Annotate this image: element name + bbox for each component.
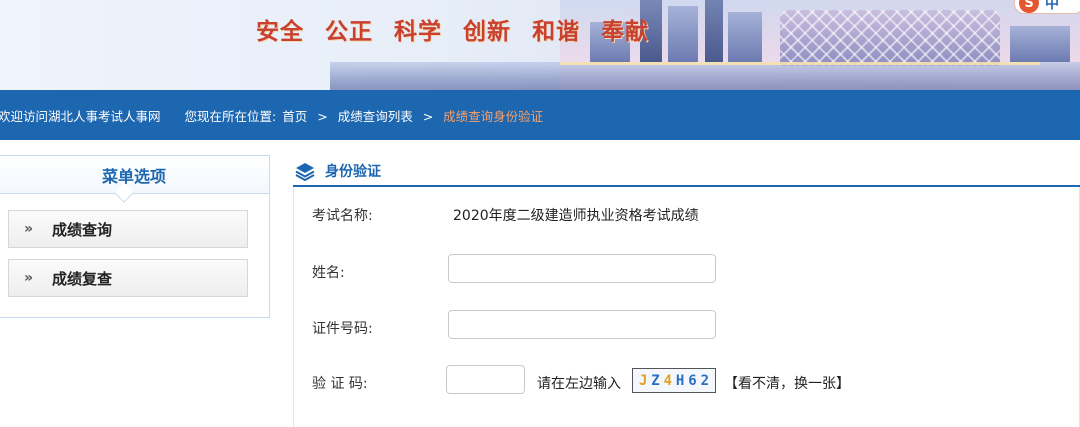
captcha-image[interactable]: J Z 4 H 6 2 [632, 368, 716, 393]
double-chevron-right-icon: » [24, 270, 34, 286]
menu-item-score-query[interactable]: » 成绩查询 [8, 210, 248, 248]
nav-bar: 欢迎访问湖北人事考试人事网 您现在所在位置: 首页 > 成绩查询列表 > 成绩查… [0, 90, 1080, 140]
captcha-input[interactable] [446, 365, 525, 394]
exam-name-value: 2020年度二级建造师执业资格考试成绩 [453, 208, 699, 224]
banner-building [705, 0, 723, 62]
banner-slogan: 安全 公正 科学 创新 和谐 奉献 [256, 12, 661, 46]
menu-item-label: 成绩复查 [52, 269, 113, 288]
captcha-char: J [638, 372, 648, 389]
slogan-word: 科学 [394, 18, 443, 45]
banner-building [668, 6, 698, 62]
menu-title: 菜单选项 [101, 166, 166, 186]
location-label: 您现在所在位置: [184, 108, 277, 124]
banner-building [728, 12, 762, 62]
breadcrumb-score-list[interactable]: 成绩查询列表 [338, 109, 413, 124]
banner-stadium [780, 10, 1000, 66]
breadcrumb-separator: > [422, 108, 434, 124]
banner-water [330, 62, 1080, 90]
slogan-word: 公正 [325, 18, 374, 45]
name-input[interactable] [448, 254, 716, 283]
layers-icon [295, 163, 315, 181]
identity-form: 考试名称: 2020年度二级建造师执业资格考试成绩 姓名: 证件号码: 验 证 … [293, 187, 1080, 427]
slogan-word: 奉献 [601, 18, 650, 45]
exam-name-label: 考试名称: [312, 208, 373, 224]
breadcrumb: 首页 > 成绩查询列表 > 成绩查询身份验证 [282, 106, 543, 125]
sogou-icon: S [1019, 0, 1039, 13]
input-method-badge[interactable]: S 中 [1014, 0, 1080, 14]
menu-header: 菜单选项 [0, 156, 269, 203]
breadcrumb-home[interactable]: 首页 [282, 109, 307, 124]
captcha-char: 2 [700, 372, 710, 389]
header-banner: 安全 公正 科学 创新 和谐 奉献 S 中 [0, 0, 1080, 90]
input-method-label: 中 [1045, 0, 1059, 12]
panel-title: 身份验证 [325, 164, 381, 180]
captcha-char: 4 [663, 372, 673, 389]
captcha-refresh-link[interactable]: 【看不清，换一张】 [724, 373, 850, 393]
captcha-hint: 请在左边输入 [537, 376, 621, 392]
id-number-label: 证件号码: [312, 321, 373, 337]
breadcrumb-current: 成绩查询身份验证 [443, 108, 544, 124]
breadcrumb-separator: > [317, 108, 328, 124]
menu-item-score-review[interactable]: » 成绩复查 [8, 259, 248, 297]
slogan-word: 创新 [463, 18, 512, 45]
side-menu: 菜单选项 » 成绩查询 » 成绩复查 [0, 155, 270, 318]
double-chevron-right-icon: » [24, 221, 34, 237]
id-number-input[interactable] [448, 310, 716, 339]
captcha-char: Z [651, 372, 660, 389]
banner-lights [560, 62, 1040, 65]
captcha-label: 验 证 码: [312, 376, 368, 392]
name-label: 姓名: [312, 265, 345, 281]
welcome-text: 欢迎访问湖北人事考试人事网 [0, 108, 161, 124]
slogan-word: 和谐 [532, 18, 581, 45]
menu-item-label: 成绩查询 [52, 220, 113, 239]
captcha-char: 6 [688, 372, 697, 389]
captcha-char: H [675, 372, 685, 389]
slogan-word: 安全 [256, 18, 304, 45]
banner-building [1010, 26, 1070, 62]
panel-header: 身份验证 [293, 157, 1080, 187]
